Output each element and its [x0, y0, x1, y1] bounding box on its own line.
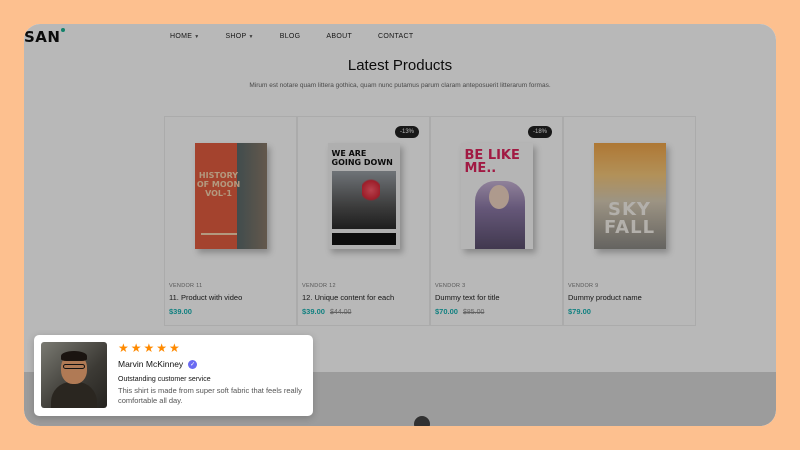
reviewer-avatar	[41, 342, 107, 408]
reviewer-name: Marvin McKinney	[118, 359, 184, 369]
verified-check-icon: ✓	[188, 359, 198, 369]
avatar-hair	[61, 351, 87, 361]
review-body: This shirt is made from super soft fabri…	[118, 386, 302, 405]
reviewer-name-row: Marvin McKinney ✓	[118, 359, 198, 369]
avatar-body	[51, 382, 97, 408]
avatar-glasses	[63, 364, 85, 369]
star-rating: ★★★★★	[118, 341, 182, 355]
review-title: Outstanding customer service	[118, 376, 211, 383]
review-popup[interactable]: ★★★★★ Marvin McKinney ✓ Outstanding cust…	[34, 335, 313, 416]
